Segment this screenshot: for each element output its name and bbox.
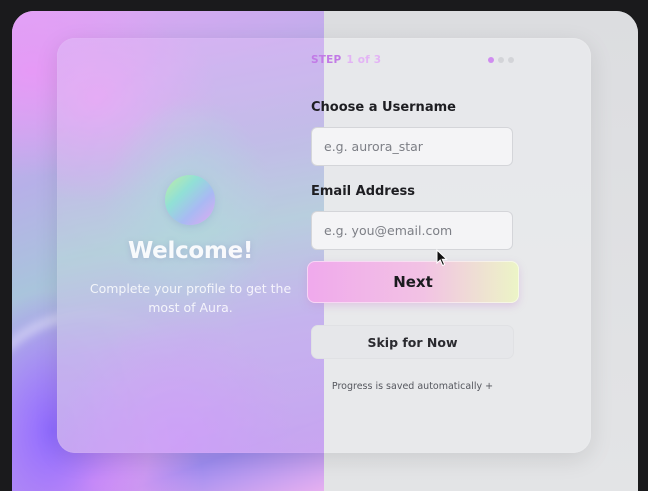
skip-button[interactable]: Skip for Now bbox=[311, 325, 514, 359]
email-label: Email Address bbox=[311, 184, 416, 199]
welcome-subtitle: Complete your profile to get the most of… bbox=[89, 281, 292, 315]
aura-logo-icon bbox=[165, 175, 215, 225]
step-dots bbox=[488, 57, 514, 63]
email-input[interactable] bbox=[311, 211, 513, 250]
username-label: Choose a Username bbox=[311, 100, 456, 115]
step-dot-2 bbox=[498, 57, 504, 63]
next-button[interactable]: Next bbox=[307, 261, 519, 303]
username-input[interactable] bbox=[311, 127, 513, 166]
step-dot-3 bbox=[508, 57, 514, 63]
mouse-cursor-icon bbox=[436, 249, 448, 267]
step-count: 1 of 3 bbox=[346, 54, 382, 66]
step-indicator: STEP 1 of 3 bbox=[311, 54, 381, 66]
progress-saved-note: Progress is saved automatically + bbox=[331, 381, 494, 392]
step-dot-1 bbox=[488, 57, 494, 63]
app-window: Welcome! Complete your profile to get th… bbox=[12, 11, 638, 491]
step-label-text: STEP bbox=[311, 54, 342, 66]
welcome-title: Welcome! bbox=[127, 238, 254, 264]
